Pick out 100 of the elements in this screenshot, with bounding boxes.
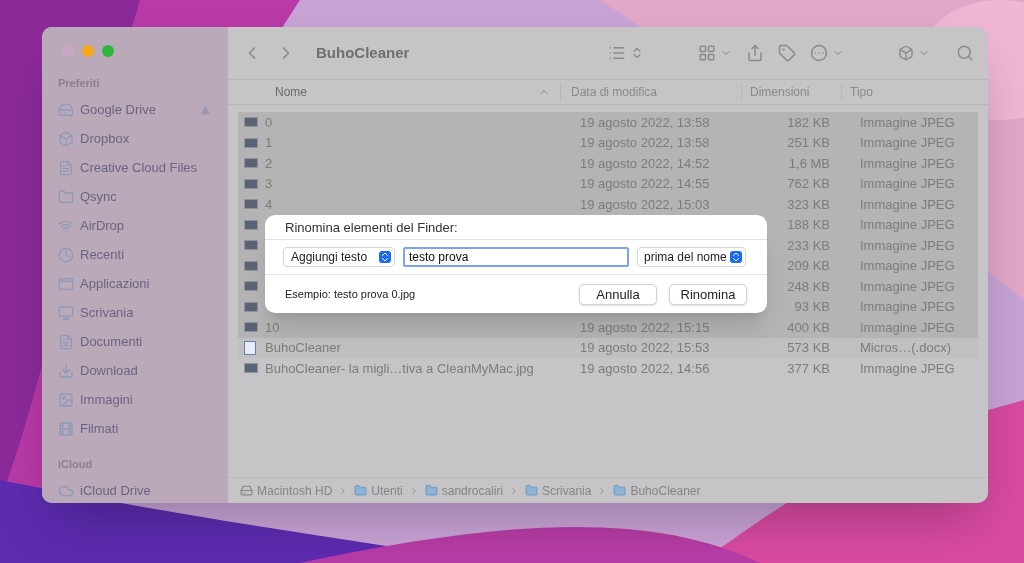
file-type: Immagine JPEG bbox=[859, 175, 955, 193]
file-type: Micros…(.docx) bbox=[859, 339, 951, 357]
zoom-button[interactable] bbox=[102, 45, 114, 57]
modified-date: 19 agosto 2022, 14:55 bbox=[580, 176, 710, 191]
sidebar-item[interactable]: Filmati bbox=[52, 414, 218, 444]
film-icon bbox=[58, 421, 74, 437]
doc-icon bbox=[58, 334, 74, 350]
column-title[interactable]: Nome bbox=[228, 83, 560, 101]
folder-icon bbox=[424, 484, 438, 497]
file-name: 4 bbox=[265, 196, 273, 212]
file-type: Immagine JPEG bbox=[859, 359, 955, 378]
file-size: 93 KB bbox=[793, 298, 830, 316]
file-name: BuhoCleaner bbox=[265, 340, 341, 355]
text-field[interactable]: testo prova bbox=[403, 247, 629, 267]
file-size: 377 KB bbox=[786, 359, 830, 378]
folder-icon bbox=[354, 484, 368, 497]
cancel-button[interactable]: Annulla bbox=[579, 283, 657, 305]
sidebar-item[interactable]: Download bbox=[52, 356, 218, 386]
image-file-icon bbox=[244, 199, 258, 210]
file-type: Immagine JPEG bbox=[859, 113, 955, 132]
rename-button[interactable]: Rinomina bbox=[669, 283, 747, 305]
share-icon[interactable] bbox=[746, 44, 764, 62]
file-size: 762 KB bbox=[786, 175, 830, 193]
doc-icon bbox=[58, 160, 74, 176]
file-name: 3 bbox=[265, 176, 273, 191]
mode-select[interactable]: Aggiungi testo bbox=[283, 247, 395, 267]
image-file-icon bbox=[244, 281, 258, 292]
image-file-icon bbox=[244, 363, 258, 374]
sidebar-item[interactable]: Dropbox bbox=[52, 124, 218, 154]
file-row[interactable]: BuhoCleaner 19 agosto 2022, 15:53 573 KB Micros…(.docx) bbox=[238, 337, 978, 358]
sidebar-item[interactable]: iCloud Drive bbox=[52, 476, 218, 503]
modified-date: 19 agosto 2022, 13:58 bbox=[580, 135, 710, 150]
search-icon[interactable] bbox=[956, 44, 974, 62]
sidebar-item[interactable]: Applicazioni bbox=[52, 269, 218, 299]
desktop-icon bbox=[58, 305, 74, 321]
folder-icon bbox=[613, 484, 627, 497]
download-icon bbox=[58, 363, 74, 379]
path-item[interactable]: BuhoCleaner bbox=[613, 481, 701, 500]
image-file-icon bbox=[244, 117, 258, 128]
column-title[interactable]: Tipo bbox=[841, 83, 873, 101]
file-type: Immagine JPEG bbox=[859, 134, 955, 152]
drive-icon bbox=[58, 102, 74, 118]
file-name: 2 bbox=[265, 155, 273, 171]
window-title: BuhoCleaner bbox=[316, 42, 410, 63]
image-file-icon bbox=[244, 240, 258, 251]
column-title[interactable]: Data di modifica bbox=[560, 83, 741, 101]
modified-date: 19 agosto 2022, 14:56 bbox=[580, 360, 710, 376]
file-size: 188 KB bbox=[786, 216, 830, 234]
file-row[interactable]: BuhoCleaner- la migli…tiva a CleanMyMac.jpg 19 agosto 2022, 14:56 377 KB Immagine JPEG bbox=[238, 358, 978, 379]
file-type: Immagine JPEG bbox=[859, 195, 955, 214]
sidebar-item[interactable]: Recenti bbox=[52, 240, 218, 270]
airdrop-icon bbox=[58, 218, 74, 234]
grid-icon[interactable] bbox=[698, 44, 716, 62]
file-size: 233 KB bbox=[786, 236, 830, 255]
file-type: Immagine JPEG bbox=[859, 277, 955, 296]
modified-date: 19 agosto 2022, 13:58 bbox=[580, 114, 710, 130]
sidebar-item[interactable]: Qsync bbox=[52, 182, 218, 212]
image-file-icon bbox=[244, 260, 258, 271]
file-size: 251 KB bbox=[786, 134, 830, 152]
example-text: Esempio: testo prova 0.jpg bbox=[285, 286, 417, 302]
file-row[interactable]: 1 19 agosto 2022, 13:58 251 KB Immagine JPEG bbox=[238, 132, 978, 153]
path-item[interactable]: sandrocaliri bbox=[424, 481, 504, 500]
image-file-icon bbox=[244, 158, 258, 169]
path-item[interactable]: Macintosh HD bbox=[240, 481, 333, 500]
sidebar-item[interactable]: Documenti bbox=[52, 327, 218, 357]
file-type: Immagine JPEG bbox=[859, 236, 955, 255]
more-icon[interactable] bbox=[810, 44, 828, 62]
file-type: Immagine JPEG bbox=[859, 318, 955, 337]
file-row[interactable]: 4 19 agosto 2022, 15:03 323 KB Immagine JPEG bbox=[238, 194, 978, 215]
minimize-button[interactable] bbox=[82, 45, 94, 57]
dialog-title: Rinomina elementi del Finder: bbox=[285, 220, 458, 235]
file-type: Immagine JPEG bbox=[859, 298, 955, 316]
image-file-icon bbox=[244, 178, 258, 189]
updown-icon bbox=[730, 251, 742, 263]
folder-icon bbox=[58, 189, 74, 205]
modified-date: 19 agosto 2022, 14:52 bbox=[580, 155, 710, 171]
file-name: 1 bbox=[265, 135, 273, 150]
sidebar-item[interactable]: Scrivania bbox=[52, 298, 218, 328]
file-type: Immagine JPEG bbox=[859, 154, 955, 173]
column-title[interactable]: Dimensioni bbox=[741, 83, 841, 101]
position-select[interactable]: prima del nome bbox=[637, 247, 746, 267]
image-file-icon bbox=[244, 137, 258, 148]
file-row[interactable]: 3 19 agosto 2022, 14:55 762 KB Immagine JPEG bbox=[238, 173, 978, 194]
tag-icon[interactable] bbox=[778, 44, 796, 62]
clock-icon bbox=[58, 247, 74, 263]
modified-date: 19 agosto 2022, 15:03 bbox=[580, 196, 710, 212]
list-view-icon[interactable] bbox=[608, 44, 626, 62]
file-size: 400 KB bbox=[786, 318, 830, 337]
sidebar-item[interactable]: Creative Cloud Files bbox=[52, 153, 218, 183]
sidebar-item[interactable]: AirDrop bbox=[52, 211, 218, 241]
folder-icon bbox=[525, 484, 539, 497]
eject-icon[interactable] bbox=[201, 105, 210, 115]
path-item[interactable]: Scrivania bbox=[525, 481, 592, 500]
sidebar-item[interactable]: Immagini bbox=[52, 385, 218, 415]
document-file-icon bbox=[244, 340, 256, 355]
file-size: 248 KB bbox=[786, 277, 830, 296]
path-item[interactable]: Utenti bbox=[354, 481, 403, 500]
sidebar-item[interactable]: Google Drive bbox=[52, 95, 218, 125]
file-row[interactable]: 2 19 agosto 2022, 14:52 1,6 MB Immagine JPEG bbox=[238, 153, 978, 174]
file-size: 1,6 MB bbox=[787, 154, 830, 173]
